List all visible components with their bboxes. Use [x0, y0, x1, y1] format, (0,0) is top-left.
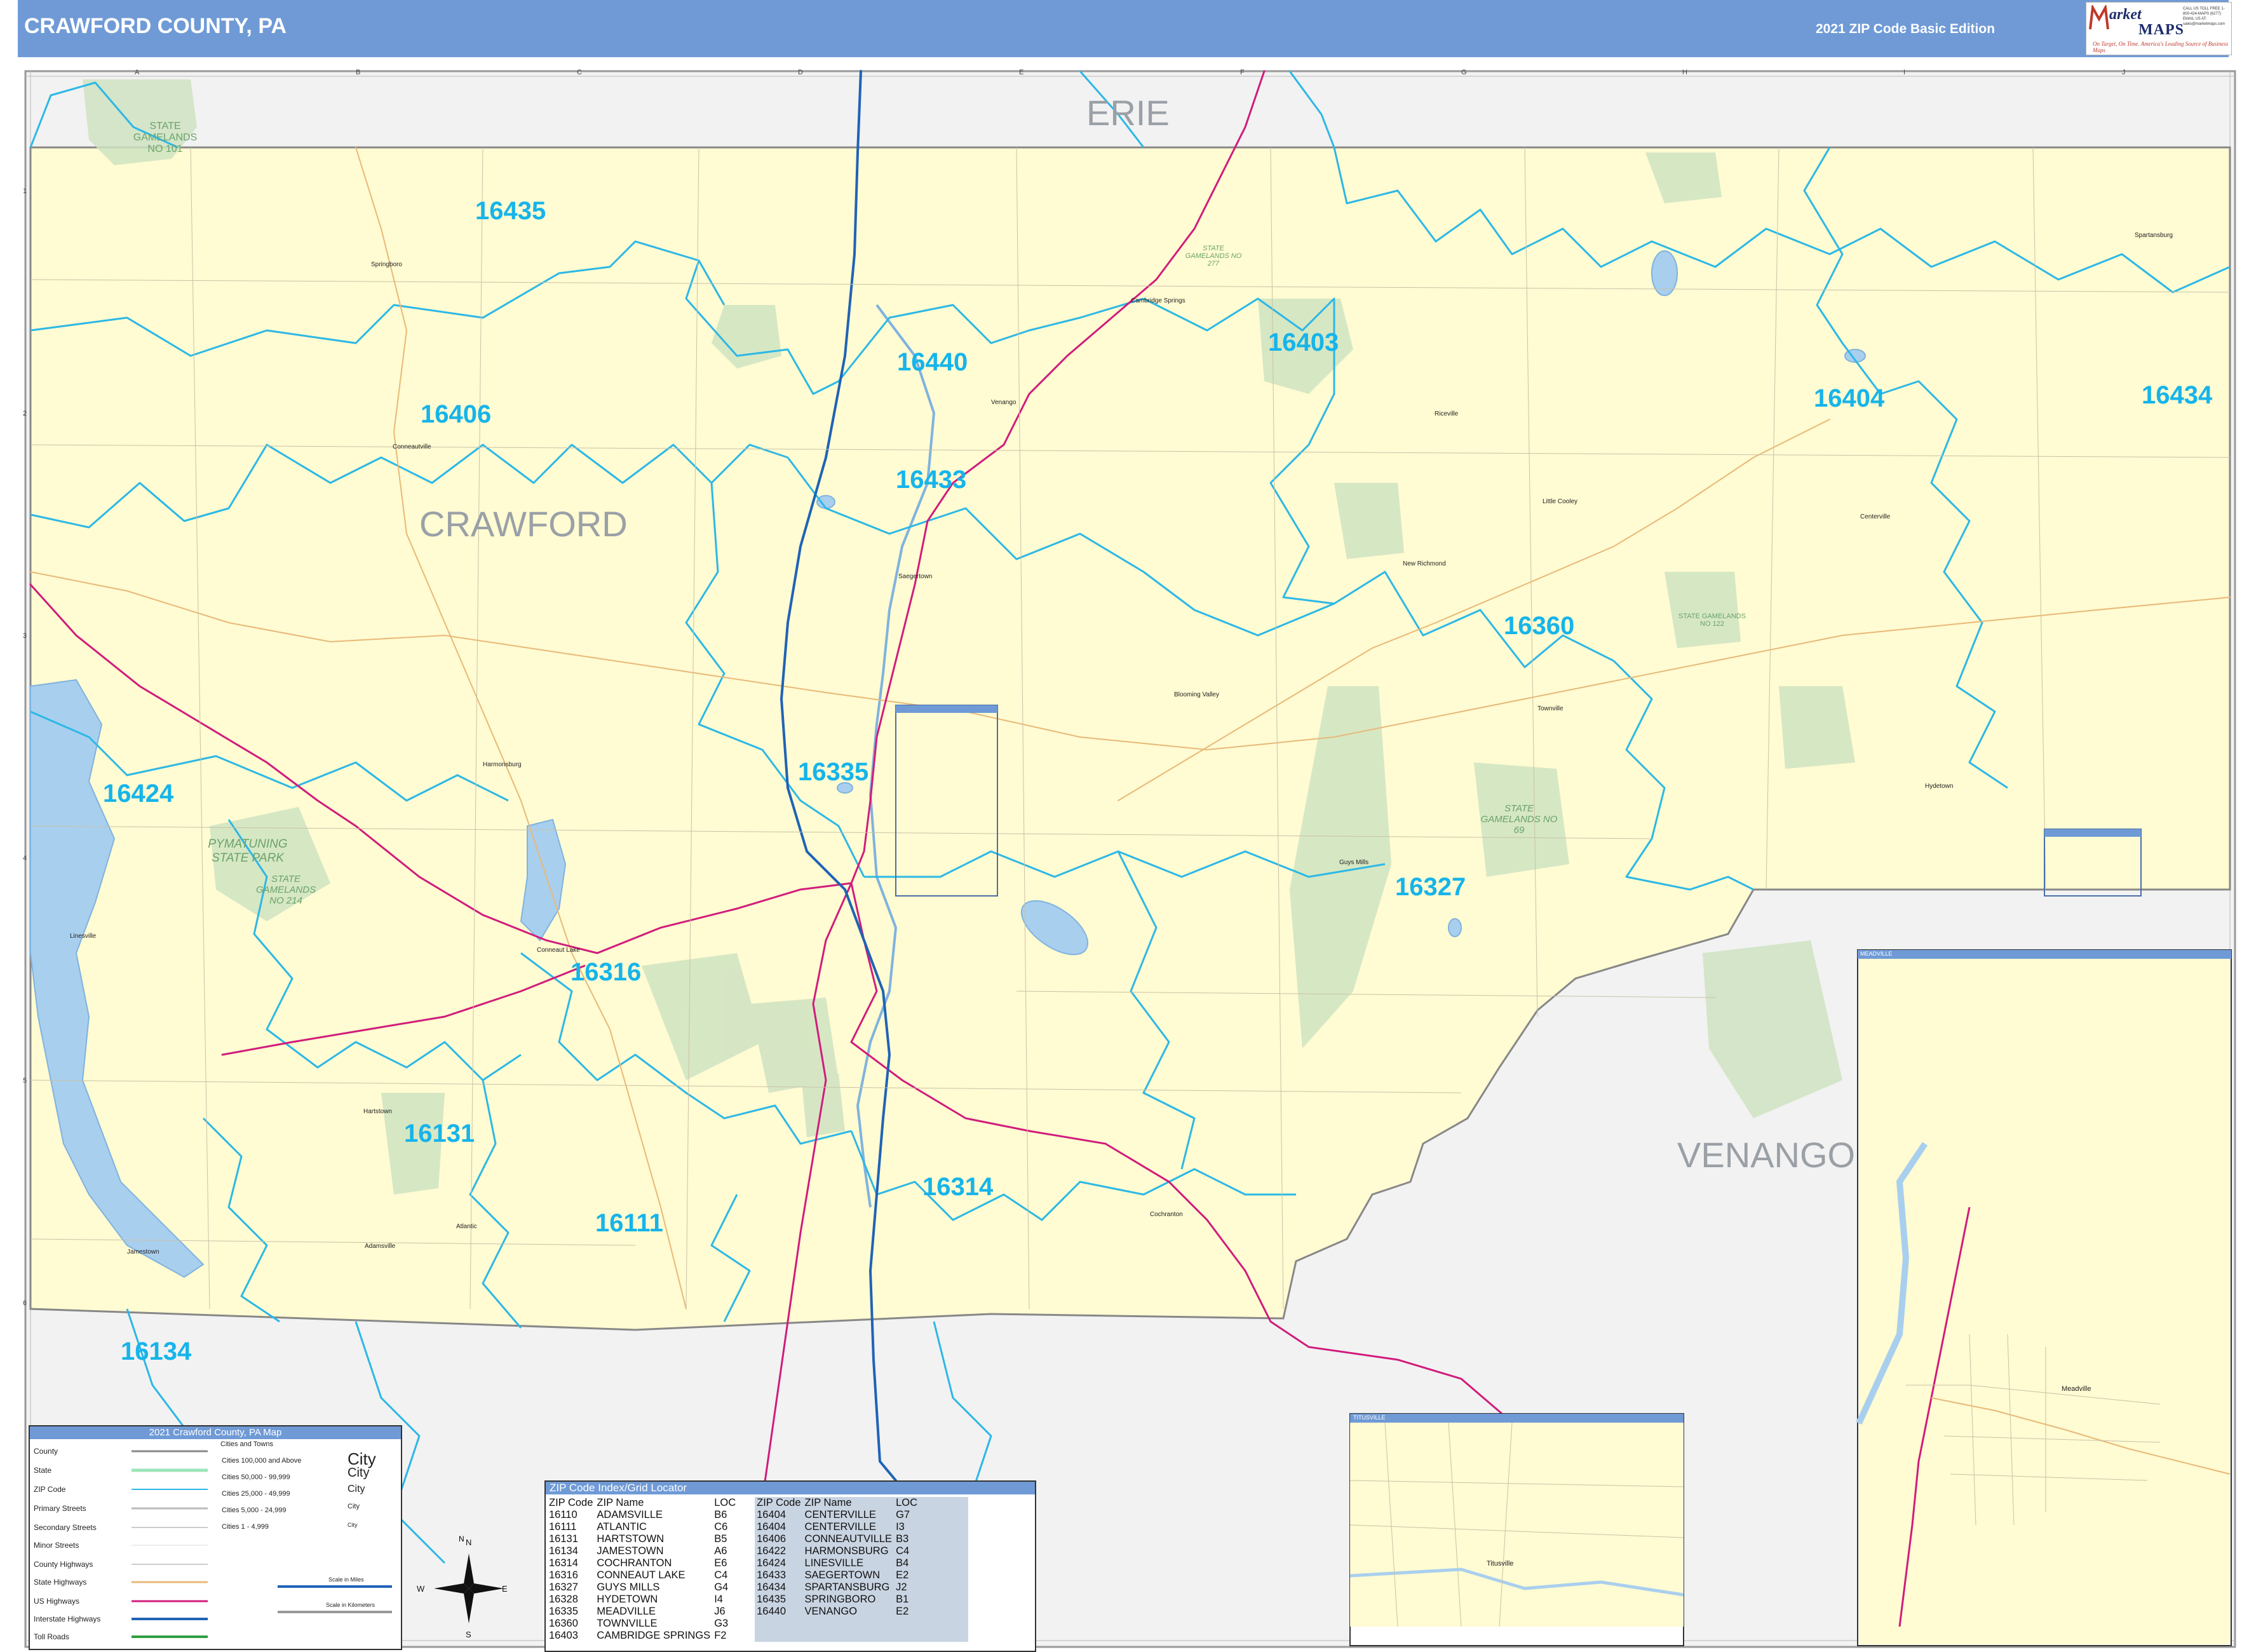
legend-cities-header: Cities and Towns — [220, 1440, 273, 1448]
legend-zip: ZIP Code — [34, 1485, 66, 1494]
legend-interstate: Interstate Highways — [34, 1615, 101, 1623]
market-maps-logo: arket MAPS On Target, On Time. America's… — [2086, 2, 2232, 55]
legend-city-sample-4: City — [348, 1503, 360, 1510]
legend-city-size-2: Cities 50,000 - 99,999 — [222, 1473, 290, 1481]
table-row: 16403 CAMBRIDGE SPRINGS F2 — [547, 1630, 969, 1642]
table-row: 16327 GUYS MILLS G4 16434 SPARTANSBURG J2 — [547, 1581, 969, 1594]
zip-index-col-loc2: LOC — [894, 1497, 969, 1509]
logo-word-market: arket — [2109, 6, 2142, 23]
legend-us-hwy: US Highways — [34, 1597, 80, 1606]
meadville-inset — [1856, 949, 2232, 1646]
table-row: 16134 JAMESTOWN A6 16422 HARMONSBURG C4 — [547, 1545, 969, 1557]
logo-tagline: On Target, On Time. America's Leading So… — [2093, 41, 2229, 53]
logo-contact: CALL US TOLL FREE 1-800-424-MAPS (6277) … — [2183, 7, 2225, 26]
legend-city-sample-2: City — [348, 1466, 370, 1480]
county-map — [24, 70, 2236, 1648]
legend-toll: Toll Roads — [34, 1632, 70, 1641]
legend-city-sample-3: City — [348, 1484, 365, 1494]
meadville-inset-tab — [896, 705, 997, 713]
legend-minor: Minor Streets — [34, 1541, 79, 1550]
map-legend: 2021 Crawford County, PA Map County Stat… — [29, 1425, 464, 1650]
table-row: 16328 HYDETOWN I4 16435 SPRINGBORO B1 — [547, 1594, 969, 1606]
legend-title: 2021 Crawford County, PA Map — [30, 1426, 401, 1439]
legend-secondary: Secondary Streets — [34, 1523, 97, 1532]
legend-county: County — [34, 1447, 58, 1456]
scale-bars — [278, 1585, 392, 1613]
zip-index-col-zip2: ZIP Code — [755, 1497, 803, 1509]
legend-state-hwy: State Highways — [34, 1578, 87, 1587]
zip-index-header: ZIP Code ZIP Name LOC ZIP Code ZIP Name … — [547, 1497, 969, 1509]
map-title: CRAWFORD COUNTY, PA — [24, 14, 287, 38]
zip-index-col-name: ZIP Name — [597, 1497, 644, 1508]
table-row: 16111 ATLANTIC C6 16404 CENTERVILLE I3 — [547, 1521, 969, 1533]
logo-m-icon — [2089, 5, 2109, 30]
logo-word-maps: MAPS — [2138, 22, 2184, 38]
zip-index-col-zip: ZIP Code — [549, 1497, 593, 1508]
table-row: 16131 HARTSTOWN B5 16406 CONNEAUTVILLE B3 — [547, 1533, 969, 1545]
legend-city-size-3: Cities 25,000 - 49,999 — [222, 1490, 290, 1498]
legend-swatches — [132, 1450, 208, 1638]
zip-index-table: ZIP Code Index/Grid Locator ZIP Code ZIP… — [544, 1480, 1036, 1652]
titusville-inset — [1349, 1413, 1684, 1646]
edition-label: 2021 ZIP Code Basic Edition — [1816, 22, 1996, 36]
legend-state: State — [34, 1466, 52, 1475]
zip-index-col-loc: LOC — [714, 1497, 736, 1508]
zip-index-title: ZIP Code Index/Grid Locator — [546, 1482, 1035, 1494]
table-row: 16360 TOWNVILLE G3 — [547, 1618, 969, 1630]
titusville-inset-tab — [2044, 829, 2141, 837]
table-row: 16316 CONNEAUT LAKE C4 16433 SAEGERTOWN E2 — [547, 1569, 969, 1581]
legend-city-size-4: Cities 5,000 - 24,999 — [222, 1506, 287, 1514]
compass-n: N — [459, 1534, 464, 1543]
legend-primary: Primary Streets — [34, 1504, 86, 1513]
table-row: 16335 MEADVILLE J6 16440 VENANGO E2 — [547, 1606, 969, 1618]
legend-city-size-5: Cities 1 - 4,999 — [222, 1523, 269, 1531]
zip-index-grid: ZIP Code ZIP Name LOC ZIP Code ZIP Name … — [547, 1497, 969, 1642]
zip-index-col-name2: ZIP Name — [802, 1497, 895, 1509]
legend-city-sample-5: City — [348, 1522, 358, 1528]
legend-city-size-1: Cities 100,000 and Above — [222, 1457, 302, 1465]
table-row: 16314 COCHRANTON E6 16424 LINESVILLE B4 — [547, 1557, 969, 1569]
header-bar: CRAWFORD COUNTY, PA 2021 ZIP Code Basic … — [18, 0, 2232, 57]
table-row: 16110 ADAMSVILLE B6 16404 CENTERVILLE G7 — [547, 1509, 969, 1521]
legend-county-hwy: County Highways — [34, 1560, 93, 1569]
